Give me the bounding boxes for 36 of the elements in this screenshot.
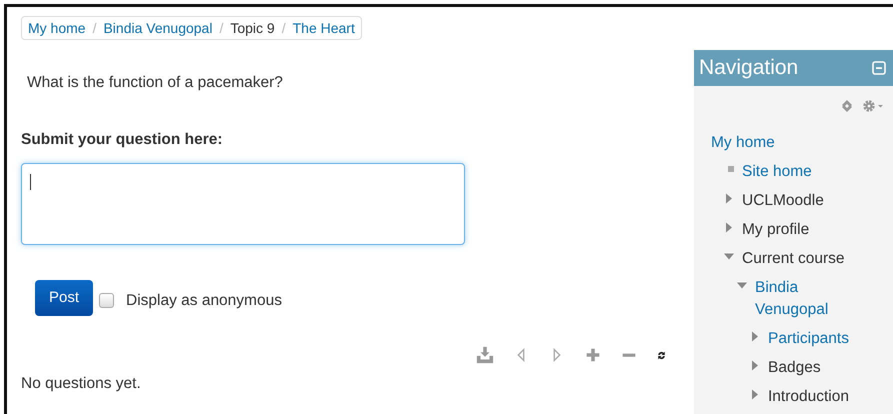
- nav-item[interactable]: Current course: [742, 248, 852, 270]
- anonymous-checkbox[interactable]: [99, 293, 114, 308]
- collapsed-triangle-icon[interactable]: [750, 330, 760, 343]
- breadcrumb-link[interactable]: My home: [28, 20, 86, 36]
- collapsed-triangle-icon[interactable]: [724, 192, 734, 205]
- refresh-icon[interactable]: [656, 348, 667, 362]
- breadcrumb-separator: /: [219, 20, 224, 36]
- breadcrumb-separator: /: [92, 20, 96, 36]
- nav-item[interactable]: UCLMoodle: [742, 190, 852, 212]
- question-text: What is the function of a pacemaker?: [27, 74, 284, 92]
- nav-link[interactable]: My home: [711, 132, 821, 154]
- nav-item[interactable]: Introduction: [768, 386, 878, 408]
- bullet-icon: [728, 166, 734, 172]
- question-field[interactable]: [21, 163, 465, 245]
- block-title: Navigation: [699, 56, 798, 80]
- collapsed-triangle-icon[interactable]: [724, 221, 734, 234]
- collapse-icon[interactable]: [872, 61, 886, 75]
- nav-link[interactable]: Participants: [768, 328, 878, 350]
- settings-icon[interactable]: [862, 99, 884, 113]
- nav-link[interactable]: Site home: [742, 161, 852, 183]
- empty-message: No questions yet.: [21, 375, 142, 393]
- checkbox-label[interactable]: Display as anonymous: [126, 292, 282, 310]
- breadcrumb-item: Topic 9: [230, 20, 275, 36]
- plus-icon[interactable]: [584, 346, 602, 364]
- move-icon[interactable]: [840, 99, 854, 113]
- nav-item[interactable]: My profile: [742, 219, 852, 241]
- nav-link[interactable]: Bindia Venugopal: [755, 277, 865, 321]
- form-label: Submit your question here:: [21, 131, 224, 149]
- collapsed-triangle-icon[interactable]: [750, 359, 760, 372]
- breadcrumb-link[interactable]: The Heart: [292, 20, 355, 36]
- collapsed-triangle-icon[interactable]: [750, 388, 760, 401]
- download-icon[interactable]: [476, 346, 494, 364]
- breadcrumb-separator: /: [282, 20, 286, 36]
- nav-item[interactable]: Badges: [768, 357, 878, 379]
- post-button[interactable]: Post: [35, 280, 94, 316]
- breadcrumb-link[interactable]: Bindia Venugopal: [103, 20, 212, 36]
